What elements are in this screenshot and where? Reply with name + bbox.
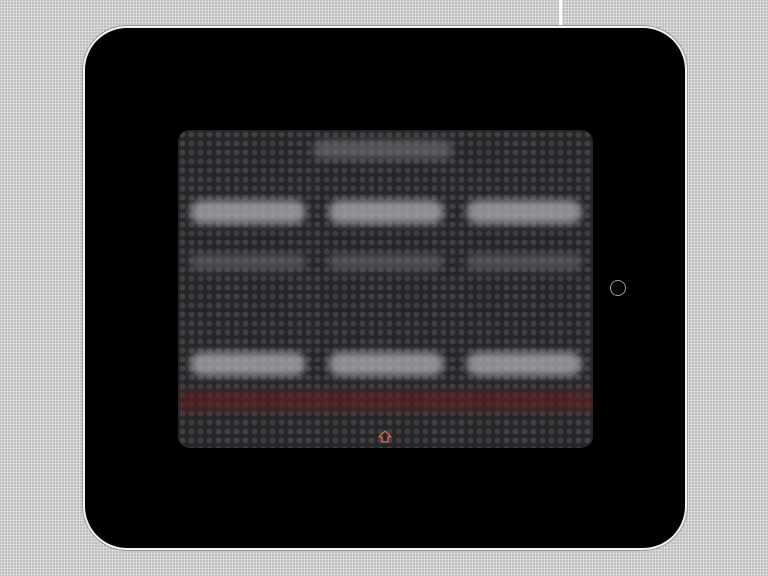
blurred-red-band [178, 390, 593, 412]
blurred-tile-r1c3 [466, 200, 582, 224]
device-screen[interactable] [178, 130, 593, 448]
blurred-title [313, 140, 453, 160]
blurred-tile-r2c2 [328, 254, 444, 270]
desktop-background: { "device": { "kind": "tablet-simulator"… [0, 0, 768, 576]
hardware-home-button[interactable] [610, 280, 626, 296]
blurred-tile-r1c2 [328, 200, 444, 224]
blurred-tile-r2c1 [190, 254, 306, 270]
blurred-tile-r3c2 [328, 352, 444, 376]
blurred-tile-r3c3 [466, 352, 582, 376]
blurred-tile-r2c3 [466, 254, 582, 270]
blurred-tile-r3c1 [190, 352, 306, 376]
blurred-content-layer [178, 130, 593, 448]
blurred-tile-r1c1 [190, 200, 306, 224]
tablet-device-frame [83, 26, 687, 550]
device-cable [559, 0, 562, 27]
home-arrow-icon[interactable] [377, 429, 393, 445]
home-arrow-icon-svg [378, 430, 392, 443]
